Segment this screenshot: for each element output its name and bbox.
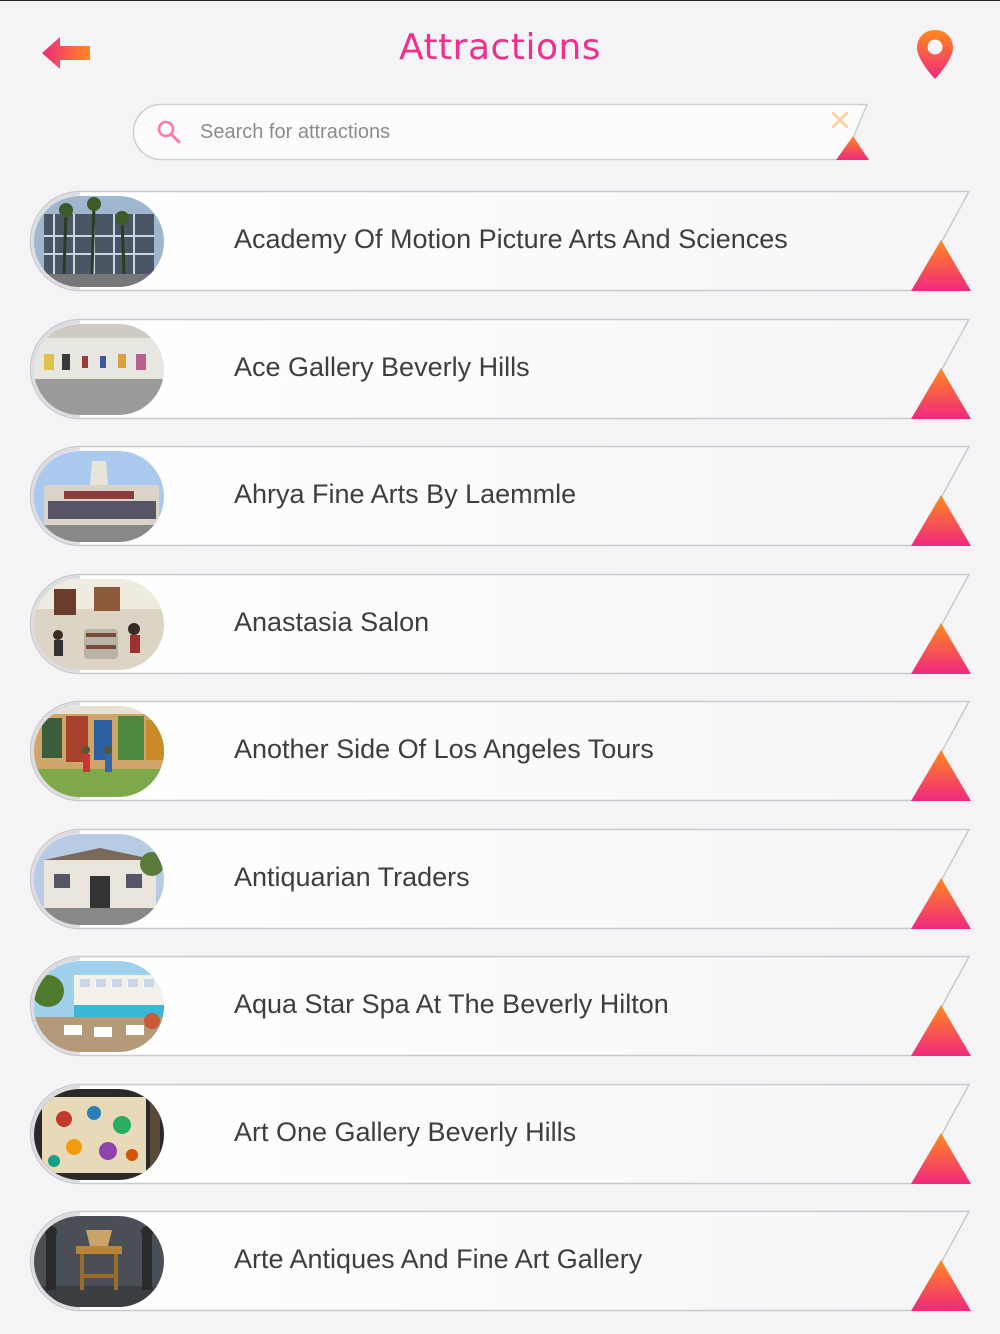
attraction-name: Ahrya Fine Arts By Laemmle (234, 479, 577, 509)
attraction-row[interactable]: Arte Antiques And Fine Art Gallery (28, 1210, 972, 1314)
attraction-name: Aqua Star Spa At The Beverly Hilton (234, 989, 669, 1019)
attraction-thumbnail (34, 1216, 164, 1307)
attraction-row[interactable]: Ace Gallery Beverly Hills (28, 318, 972, 422)
attractions-list: Academy Of Motion Picture Arts And Scien… (0, 1, 1000, 1334)
attraction-name: Arte Antiques And Fine Art Gallery (234, 1244, 643, 1274)
attraction-thumbnail (34, 196, 164, 287)
attraction-row[interactable]: Ahrya Fine Arts By Laemmle (28, 445, 972, 549)
attraction-name: Academy Of Motion Picture Arts And Scien… (234, 224, 788, 254)
attraction-row[interactable]: Aqua Star Spa At The Beverly Hilton (28, 955, 972, 1059)
attraction-name: Anastasia Salon (234, 606, 430, 637)
attraction-row[interactable]: Antiquarian Traders (28, 828, 972, 932)
attraction-thumbnail (34, 578, 164, 670)
attraction-row[interactable]: Anastasia Salon (28, 573, 972, 677)
attraction-row[interactable]: Art One Gallery Beverly Hills (28, 1083, 972, 1187)
attraction-name: Art One Gallery Beverly Hills (234, 1116, 577, 1147)
attraction-thumbnail (34, 1088, 164, 1180)
attraction-thumbnail (34, 706, 164, 797)
attraction-name: Antiquarian Traders (234, 861, 470, 892)
attraction-name: Another Side Of Los Angeles Tours (234, 734, 654, 764)
attraction-row[interactable]: Another Side Of Los Angeles Tours (28, 700, 972, 804)
attraction-name: Ace Gallery Beverly Hills (234, 351, 530, 382)
attraction-row[interactable]: Academy Of Motion Picture Arts And Scien… (28, 190, 972, 294)
attraction-thumbnail (34, 961, 164, 1052)
attraction-thumbnail (34, 833, 164, 925)
attraction-thumbnail (34, 323, 164, 415)
attraction-thumbnail (34, 451, 164, 542)
